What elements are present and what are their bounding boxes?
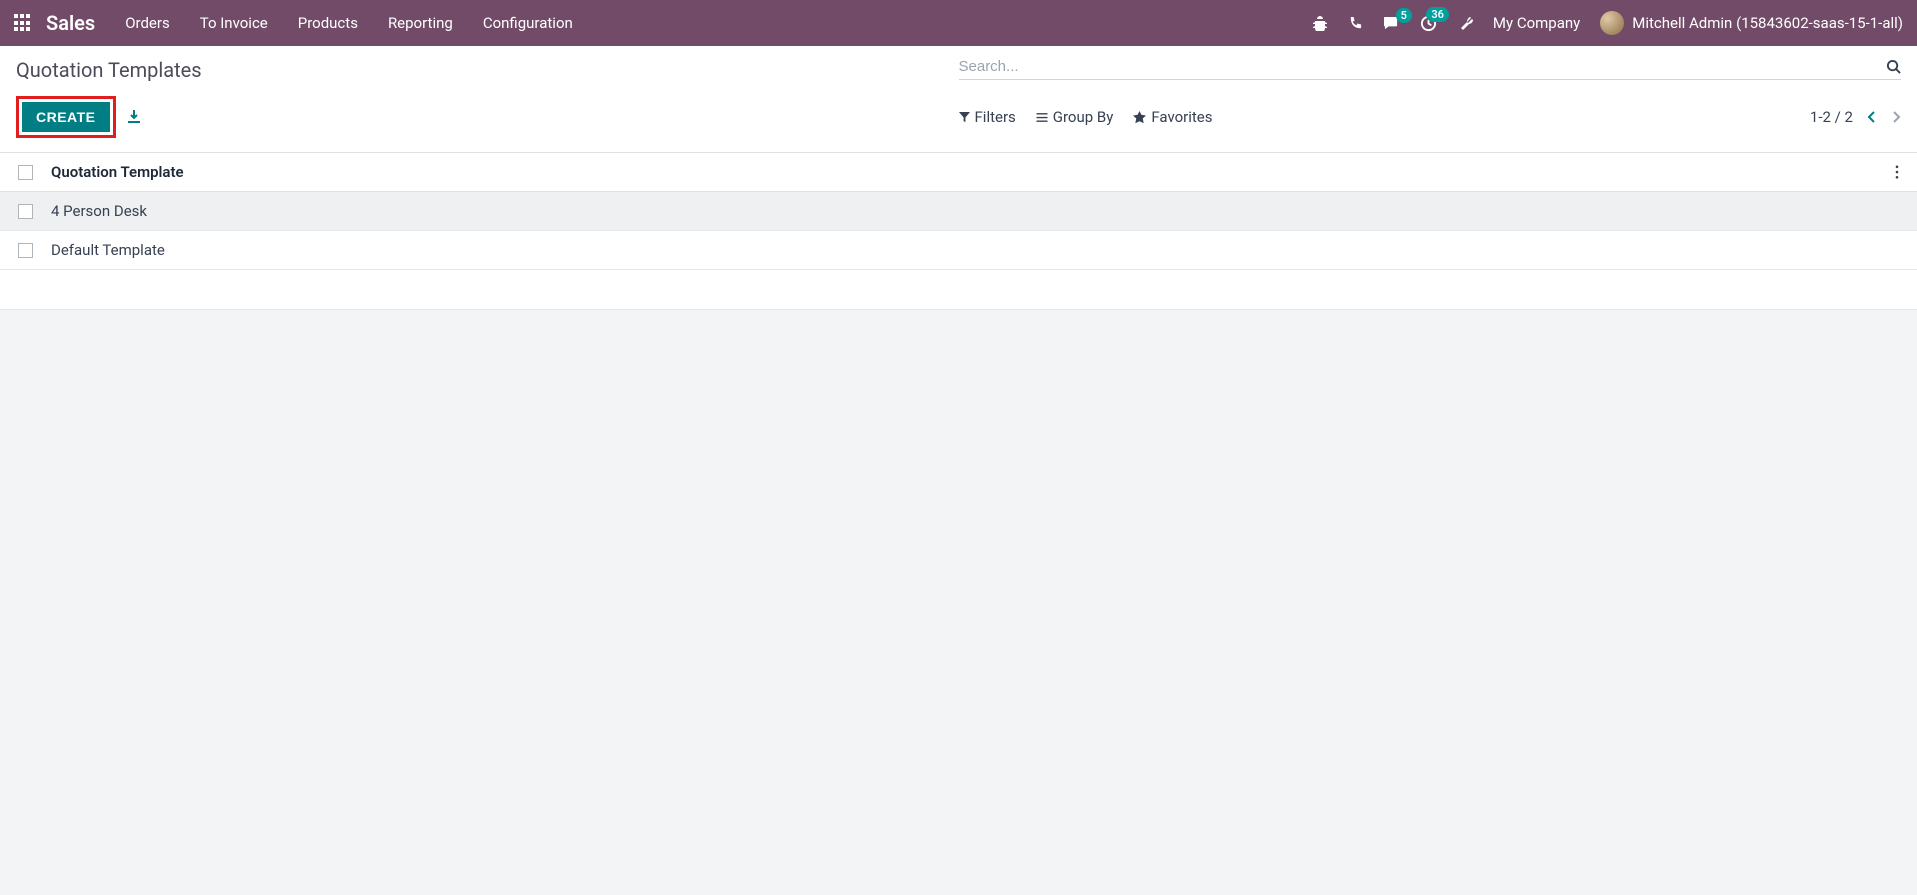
clock-icon[interactable]: 36 — [1420, 15, 1437, 32]
avatar — [1600, 11, 1624, 35]
select-all-checkbox[interactable] — [18, 165, 33, 180]
filters-label: Filters — [975, 108, 1016, 126]
control-panel: Quotation Templates CREATE Fil — [0, 46, 1917, 153]
row-checkbox[interactable] — [18, 204, 33, 219]
tools-icon[interactable] — [1457, 15, 1473, 31]
filter-toolbar: Filters Group By Favorites — [959, 108, 1213, 126]
create-highlight: CREATE — [16, 96, 116, 138]
favorites-label: Favorites — [1151, 108, 1212, 126]
clock-badge: 36 — [1426, 7, 1449, 22]
filters-button[interactable]: Filters — [959, 108, 1016, 126]
row-name: 4 Person Desk — [51, 202, 1899, 220]
user-name: Mitchell Admin (15843602-saas-15-1-all) — [1632, 14, 1903, 32]
nav-reporting[interactable]: Reporting — [388, 14, 453, 32]
table-row[interactable]: Default Template — [0, 231, 1917, 270]
create-button[interactable]: CREATE — [22, 102, 110, 132]
kebab-icon[interactable] — [1895, 165, 1899, 179]
main-nav: Orders To Invoice Products Reporting Con… — [125, 14, 573, 32]
groupby-button[interactable]: Group By — [1036, 108, 1114, 126]
list-header: Quotation Template — [0, 153, 1917, 192]
app-brand[interactable]: Sales — [46, 11, 95, 35]
favorites-button[interactable]: Favorites — [1133, 108, 1212, 126]
bug-icon[interactable] — [1312, 15, 1328, 31]
row-name: Default Template — [51, 241, 1899, 259]
top-navbar: Sales Orders To Invoice Products Reporti… — [0, 0, 1917, 46]
row-checkbox[interactable] — [18, 243, 33, 258]
topbar-right: 5 36 My Company Mitchell Admin (15843602… — [1312, 11, 1903, 35]
nav-configuration[interactable]: Configuration — [483, 14, 573, 32]
user-menu[interactable]: Mitchell Admin (15843602-saas-15-1-all) — [1600, 11, 1903, 35]
pager-prev[interactable] — [1867, 110, 1877, 124]
pager-next[interactable] — [1891, 110, 1901, 124]
phone-icon[interactable] — [1348, 16, 1363, 31]
apps-icon[interactable] — [14, 14, 32, 32]
nav-to-invoice[interactable]: To Invoice — [200, 14, 268, 32]
list-footer-blank — [0, 270, 1917, 310]
nav-products[interactable]: Products — [298, 14, 358, 32]
list-view: Quotation Template 4 Person Desk Default… — [0, 153, 1917, 310]
pager: 1-2 / 2 — [1810, 108, 1901, 126]
nav-orders[interactable]: Orders — [125, 14, 170, 32]
company-selector[interactable]: My Company — [1493, 14, 1580, 32]
chat-badge: 5 — [1396, 8, 1412, 23]
search-bar — [959, 58, 1902, 80]
page-title: Quotation Templates — [16, 58, 959, 82]
download-icon[interactable] — [126, 109, 142, 125]
search-icon[interactable] — [1886, 59, 1901, 74]
table-row[interactable]: 4 Person Desk — [0, 192, 1917, 231]
chat-icon[interactable]: 5 — [1383, 16, 1400, 31]
pager-text: 1-2 / 2 — [1810, 108, 1853, 126]
search-input[interactable] — [959, 58, 1887, 75]
groupby-label: Group By — [1053, 108, 1114, 126]
column-header-name[interactable]: Quotation Template — [51, 163, 1895, 181]
